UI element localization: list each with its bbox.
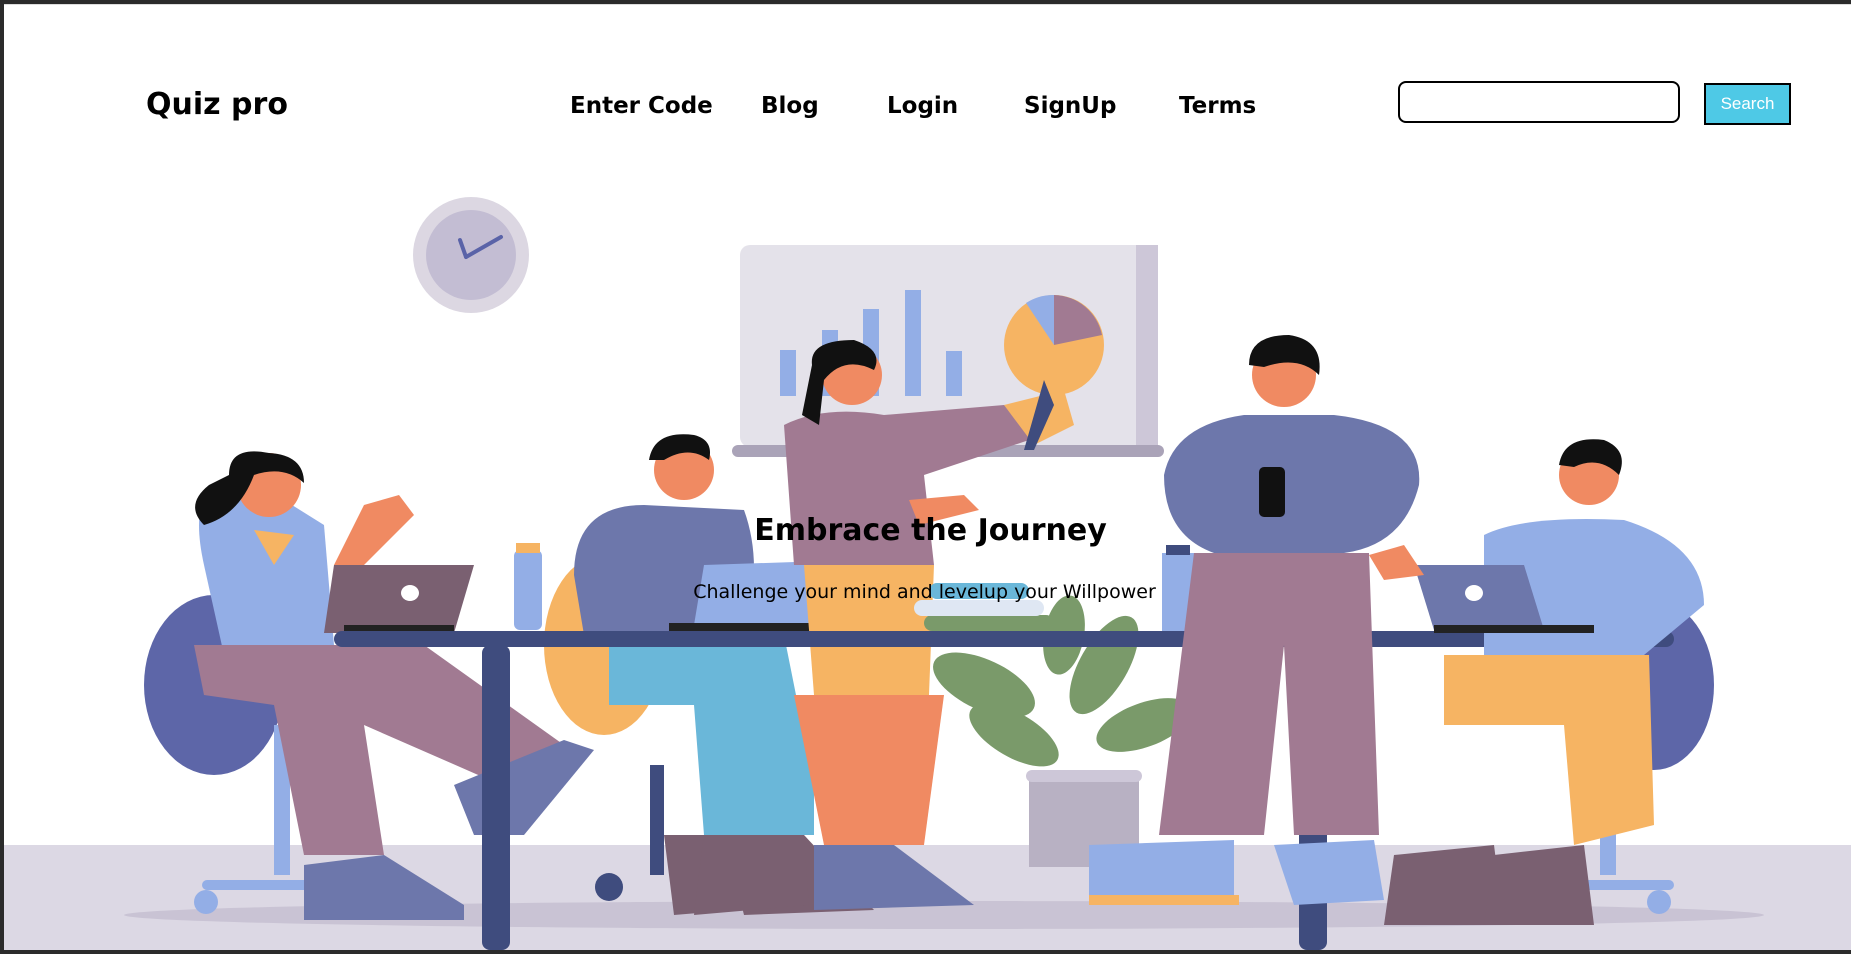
brand-logo[interactable]: Quiz pro	[146, 87, 288, 122]
nav-link-blog[interactable]: Blog	[761, 93, 819, 119]
hero-subtitle-text: Challenge your mind and levelup your Wil…	[693, 581, 1156, 603]
hero-subtitle: Challenge your mind and levelup your Wil…	[4, 581, 1851, 603]
nav-link-terms[interactable]: Terms	[1179, 93, 1256, 119]
top-navbar: Quiz pro Enter Code Blog Login SignUp Te…	[4, 5, 1851, 155]
search-input[interactable]	[1398, 81, 1680, 123]
nav-link-enter-code[interactable]: Enter Code	[570, 93, 713, 119]
search-button[interactable]: Search	[1704, 83, 1791, 125]
wall-clock-icon	[413, 197, 529, 313]
nav-link-signup[interactable]: SignUp	[1024, 93, 1116, 119]
hero-title: Embrace the Journey	[4, 513, 1851, 548]
nav-link-login[interactable]: Login	[887, 93, 958, 119]
board-pie-chart	[1004, 294, 1104, 395]
hero-title-text: Embrace the Journey	[754, 513, 1107, 548]
page: Quiz pro Enter Code Blog Login SignUp Te…	[4, 4, 1851, 950]
